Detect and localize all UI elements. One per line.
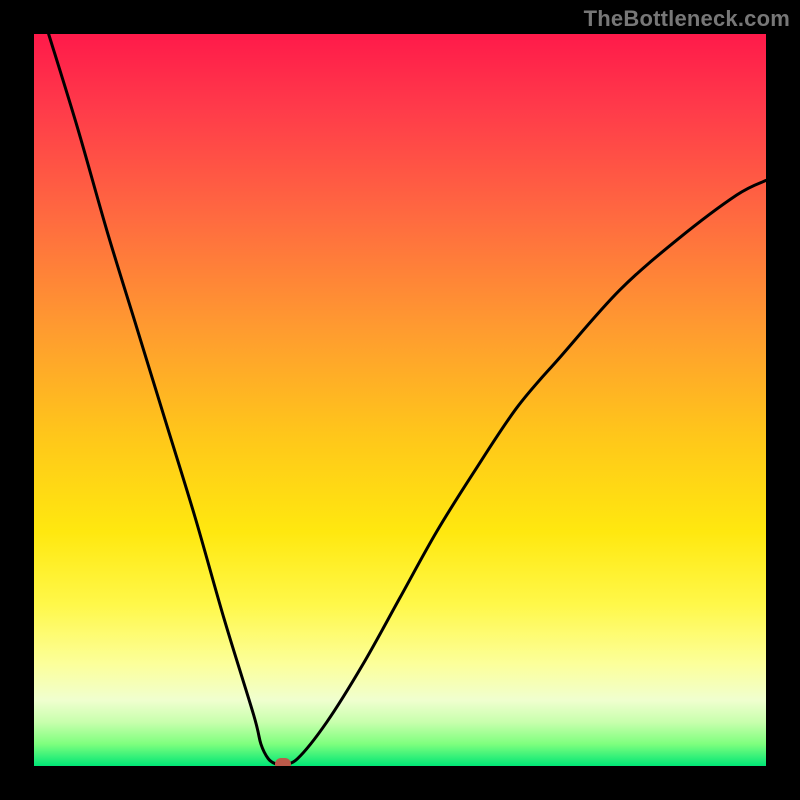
plot-area [34, 34, 766, 766]
watermark-text: TheBottleneck.com [584, 6, 790, 32]
bottleneck-curve [34, 34, 766, 766]
chart-frame: TheBottleneck.com [0, 0, 800, 800]
minimum-marker [275, 758, 291, 766]
